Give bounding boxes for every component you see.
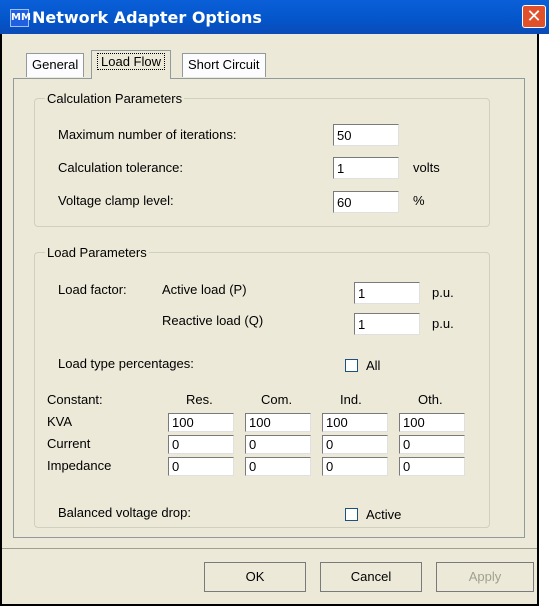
current-com-input[interactable]: 0 (245, 435, 311, 454)
active-checkbox[interactable] (345, 508, 358, 521)
close-button[interactable]: ✕ (522, 5, 546, 28)
ok-button[interactable]: OK (204, 562, 306, 592)
balanced-voltage-drop-label: Balanced voltage drop: (58, 505, 191, 520)
clamp-input[interactable]: 60 (333, 191, 399, 213)
reactive-load-input[interactable]: 1 (354, 313, 420, 335)
current-oth-input[interactable]: 0 (399, 435, 465, 454)
max-iterations-label: Maximum number of iterations: (58, 127, 237, 142)
load-type-percentages-label: Load type percentages: (58, 356, 194, 371)
tab-short-circuit[interactable]: Short Circuit (182, 53, 266, 77)
max-iterations-input[interactable]: 50 (333, 124, 399, 146)
impedance-oth-input[interactable]: 0 (399, 457, 465, 476)
calculation-parameters-legend: Calculation Parameters (47, 91, 183, 106)
row-label-impedance: Impedance (47, 458, 112, 473)
column-header-com: Com. (261, 392, 293, 407)
kva-res-input[interactable]: 100 (168, 413, 234, 432)
tab-load-flow-label: Load Flow (97, 53, 165, 70)
column-header-res: Res. (186, 392, 213, 407)
clamp-unit: % (413, 193, 425, 208)
impedance-ind-input[interactable]: 0 (322, 457, 388, 476)
row-label-kva: KVA (47, 414, 73, 429)
cancel-button[interactable]: Cancel (320, 562, 422, 592)
frame-right-border (537, 34, 539, 606)
tab-short-circuit-label: Short Circuit (188, 57, 260, 72)
reactive-load-unit: p.u. (432, 316, 454, 331)
clamp-label: Voltage clamp level: (58, 193, 174, 208)
kva-oth-input[interactable]: 100 (399, 413, 465, 432)
background-edge (539, 34, 549, 606)
tab-load-flow[interactable]: Load Flow (91, 50, 171, 79)
tolerance-label: Calculation tolerance: (58, 160, 184, 175)
impedance-res-input[interactable]: 0 (168, 457, 234, 476)
kva-com-input[interactable]: 100 (245, 413, 311, 432)
apply-button[interactable]: Apply (436, 562, 534, 592)
active-load-label: Active load (P) (162, 282, 247, 297)
window-title: Network Adapter Options (32, 8, 262, 27)
current-ind-input[interactable]: 0 (322, 435, 388, 454)
column-header-ind: Ind. (340, 392, 362, 407)
all-checkbox-label: All (366, 358, 381, 373)
tolerance-input[interactable]: 1 (333, 157, 399, 179)
tab-general[interactable]: General (26, 53, 85, 77)
column-header-oth: Oth. (418, 392, 443, 407)
all-checkbox[interactable] (345, 359, 358, 372)
title-bar[interactable]: MM Network Adapter Options ✕ (0, 0, 549, 34)
reactive-load-label: Reactive load (Q) (162, 313, 264, 328)
active-checkbox-label: Active (366, 507, 402, 522)
active-load-input[interactable]: 1 (354, 282, 420, 304)
load-parameters-legend: Load Parameters (47, 245, 147, 260)
button-separator (2, 548, 537, 549)
frame-left-border (0, 34, 2, 606)
tab-general-label: General (32, 57, 79, 72)
app-icon: MM (10, 9, 31, 27)
current-res-input[interactable]: 0 (168, 435, 234, 454)
tolerance-unit: volts (413, 160, 440, 175)
impedance-com-input[interactable]: 0 (245, 457, 311, 476)
load-factor-label: Load factor: (58, 282, 127, 297)
kva-ind-input[interactable]: 100 (322, 413, 388, 432)
row-label-current: Current (47, 436, 91, 451)
active-load-unit: p.u. (432, 285, 454, 300)
constant-label: Constant: (47, 392, 103, 407)
